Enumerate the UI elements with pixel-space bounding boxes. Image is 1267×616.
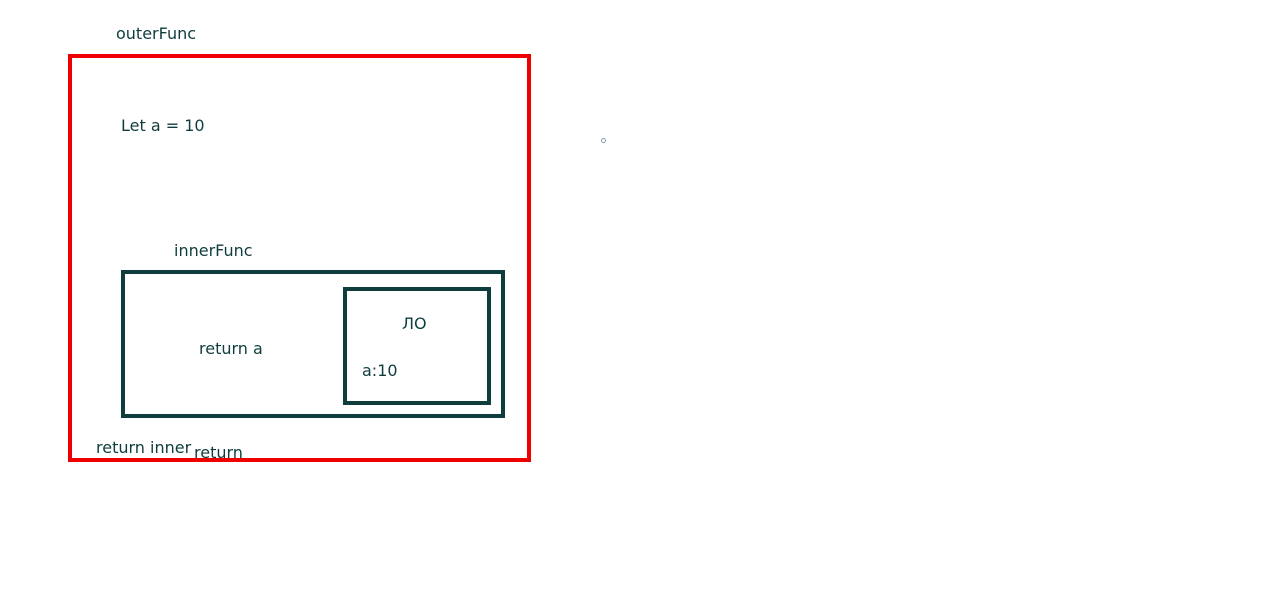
let-declaration-label: Let a = 10 (121, 116, 205, 135)
inner-func-title: innerFunc (174, 241, 253, 260)
diagram-canvas: outerFunc Let a = 10 innerFunc return a … (0, 0, 1267, 616)
return-inner-label: return inner (96, 438, 192, 457)
lexical-environment-box (343, 287, 491, 405)
return-overlap-label: return (194, 443, 243, 462)
stray-dot (601, 138, 606, 143)
return-a-label: return a (199, 339, 263, 358)
lexical-environment-binding: a:10 (362, 361, 398, 380)
lexical-environment-title: ЛО (402, 314, 427, 333)
outer-func-title: outerFunc (116, 24, 197, 43)
